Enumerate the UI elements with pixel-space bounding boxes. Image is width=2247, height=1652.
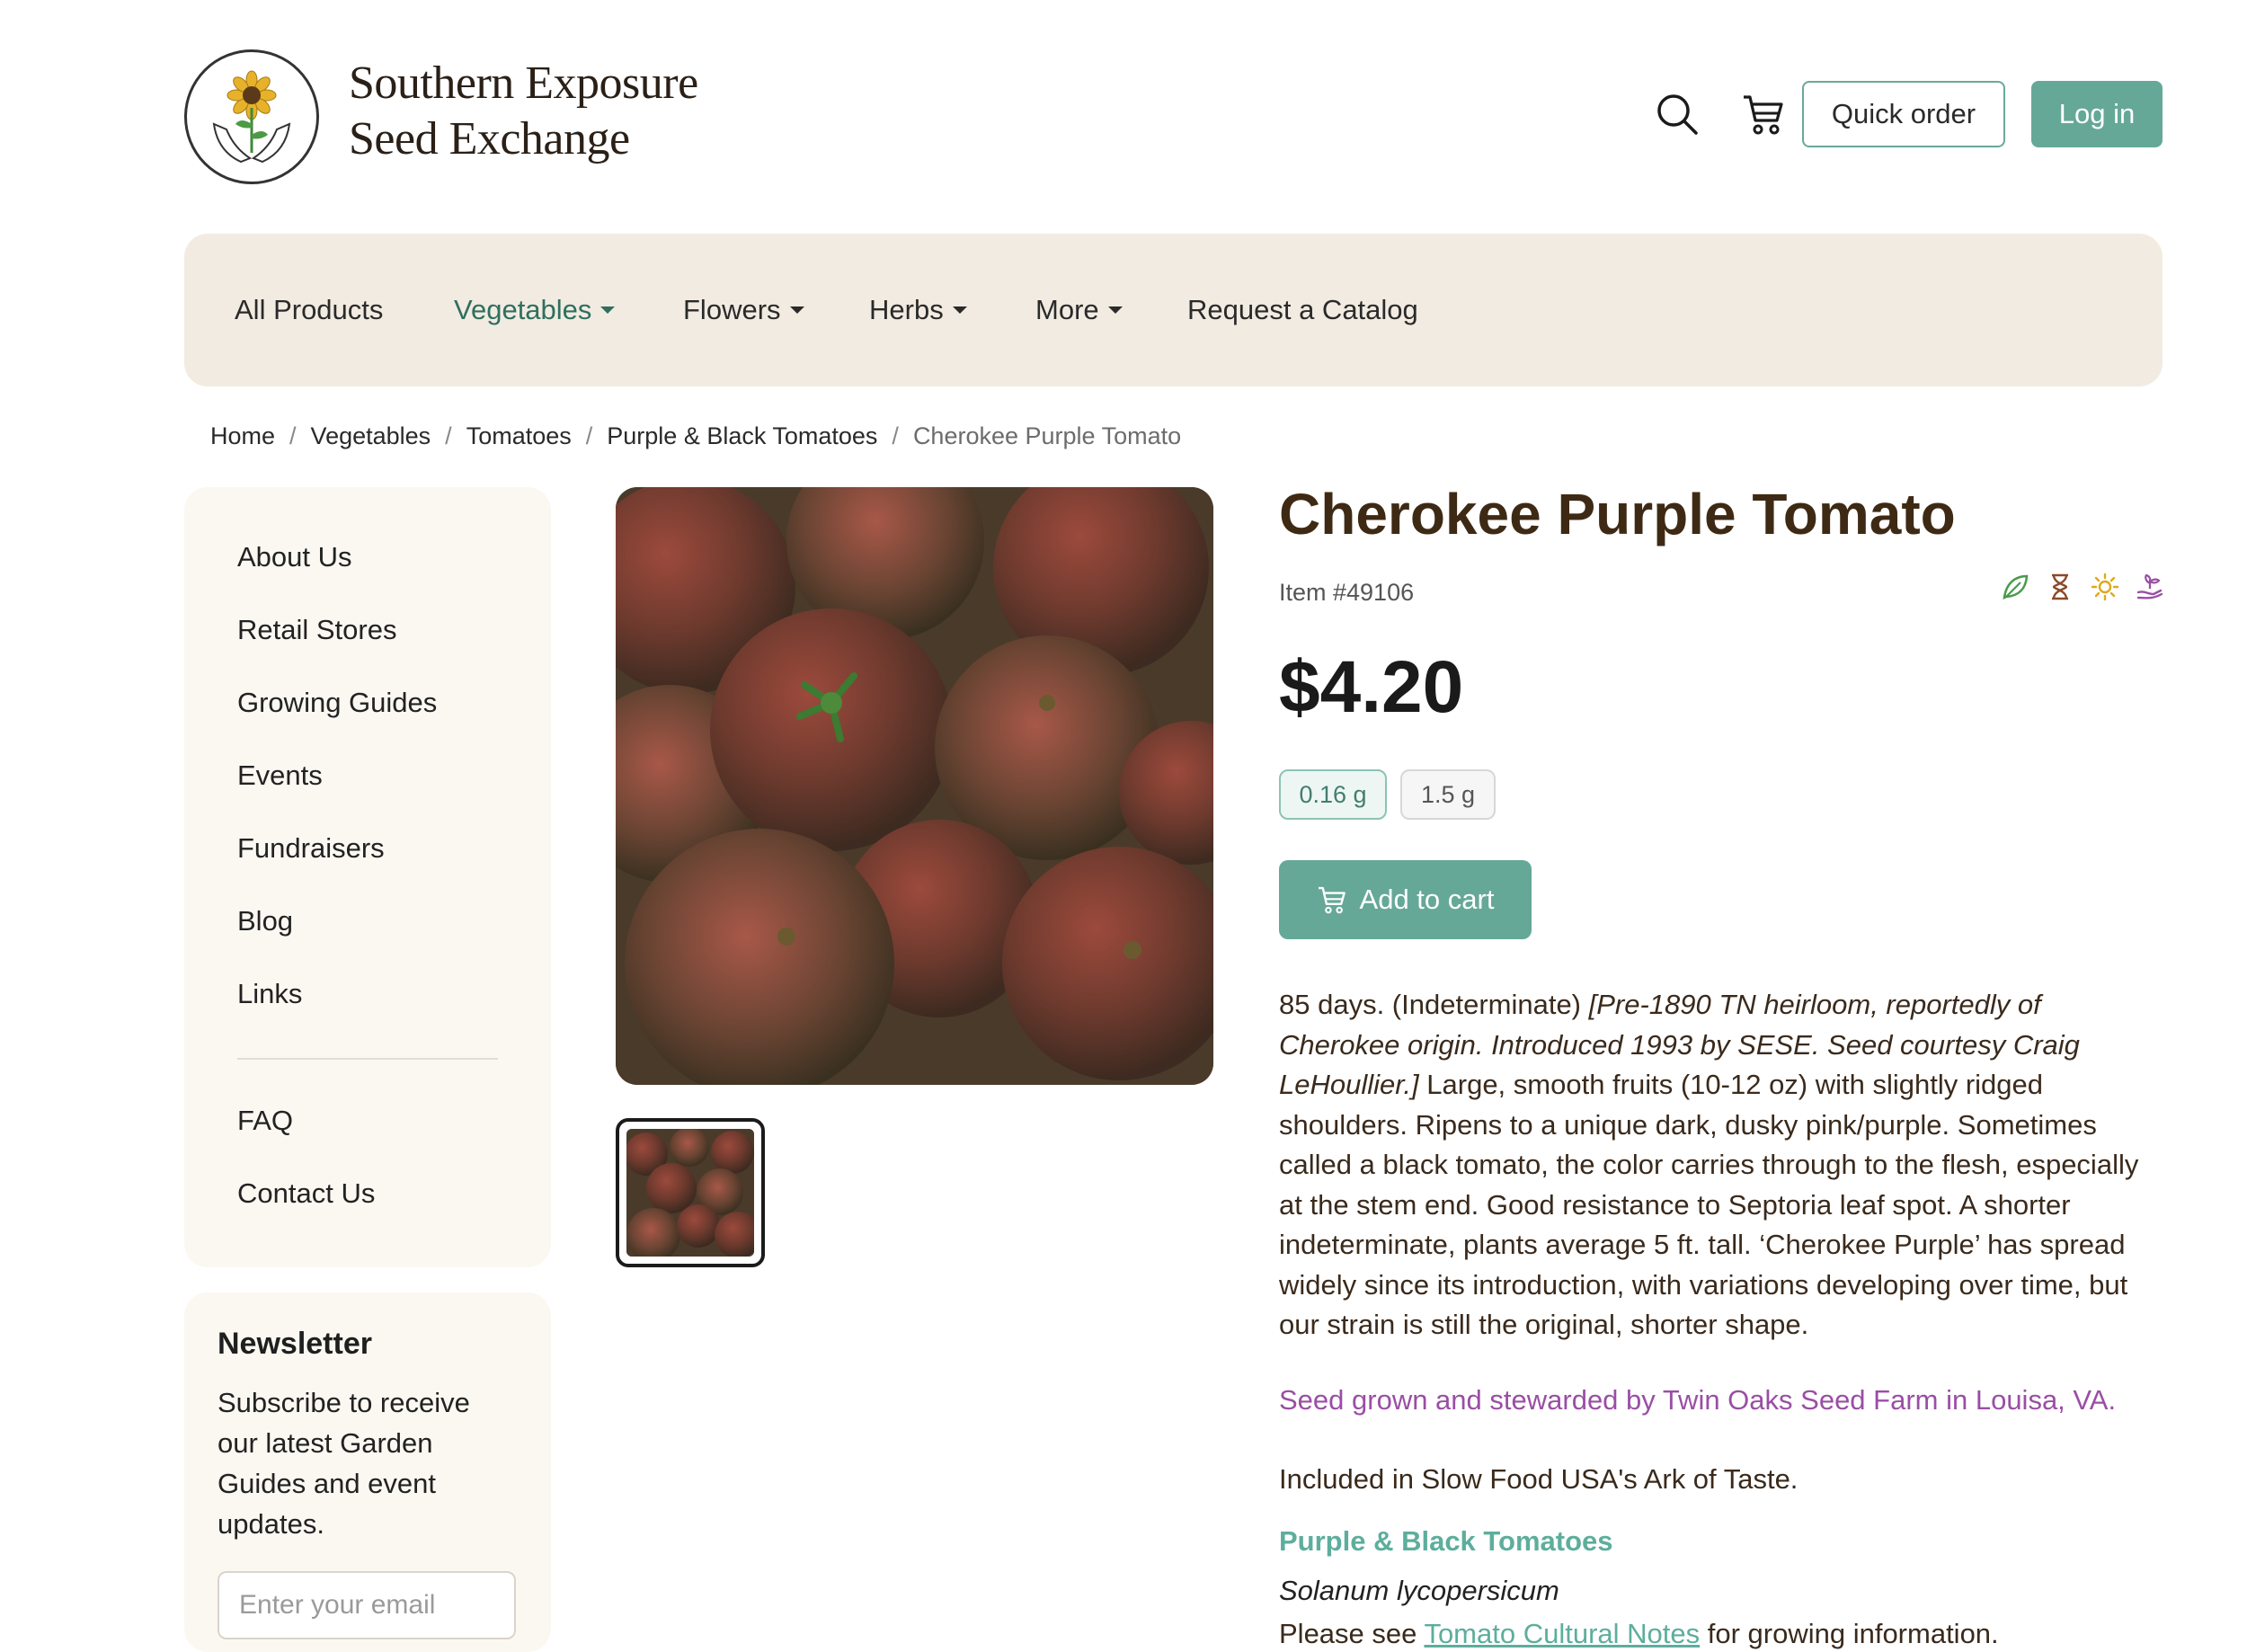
- product-thumbnail[interactable]: [616, 1118, 765, 1267]
- sidebar-item-fundraisers[interactable]: Fundraisers: [237, 832, 385, 865]
- product-description: 85 days. (Indeterminate) [Pre-1890 TN he…: [1279, 985, 2169, 1346]
- hand-seedling-icon[interactable]: [2135, 572, 2165, 602]
- sidebar-item-about-us[interactable]: About Us: [237, 541, 352, 573]
- breadcrumb: Home / Vegetables / Tomatoes / Purple & …: [210, 422, 1181, 450]
- nav-label: Flowers: [683, 294, 781, 325]
- category-link[interactable]: Purple & Black Tomatoes: [1279, 1525, 1613, 1558]
- search-button[interactable]: [1650, 87, 1704, 141]
- sidebar-item-blog[interactable]: Blog: [237, 905, 293, 937]
- newsletter-card: Newsletter Subscribe to receive our late…: [184, 1292, 551, 1652]
- sidebar-item-contact-us[interactable]: Contact Us: [237, 1177, 375, 1210]
- sidebar-item-links[interactable]: Links: [237, 978, 302, 1010]
- product-title: Cherokee Purple Tomato: [1279, 482, 1956, 546]
- nav-vegetables[interactable]: Vegetables: [454, 234, 616, 386]
- thumbnail-image: [626, 1129, 754, 1257]
- sidebar-menu: About Us Retail Stores Growing Guides Ev…: [184, 487, 551, 1267]
- breadcrumb-current: Cherokee Purple Tomato: [912, 422, 1182, 449]
- cart-icon: [1318, 886, 1346, 914]
- brand-line-2: Seed Exchange: [349, 113, 630, 164]
- product-main-image[interactable]: [616, 487, 1213, 1085]
- tomatoes-thumbnail-photo: [626, 1129, 754, 1257]
- breadcrumb-separator: /: [445, 422, 452, 449]
- cultural-notes-link[interactable]: Tomato Cultural Notes: [1424, 1618, 1700, 1649]
- newsletter-text: Subscribe to receive our latest Garden G…: [218, 1387, 470, 1540]
- tomatoes-photo: [616, 487, 1213, 1085]
- product-attribute-icons: [2000, 572, 2165, 602]
- nav-all-products[interactable]: All Products: [235, 234, 383, 386]
- brand-name[interactable]: Southern Exposure Seed Exchange: [349, 56, 698, 167]
- brand-logo[interactable]: [184, 49, 319, 184]
- nav-flowers[interactable]: Flowers: [683, 234, 804, 386]
- chevron-down-icon: [1107, 306, 1123, 314]
- size-option-0-16g[interactable]: 0.16 g: [1279, 769, 1387, 820]
- breadcrumb-purple-black-tomatoes[interactable]: Purple & Black Tomatoes: [607, 422, 877, 450]
- chevron-down-icon: [952, 306, 967, 314]
- add-to-cart-label: Add to cart: [1359, 884, 1495, 915]
- breadcrumb-tomatoes[interactable]: Tomatoes: [466, 422, 572, 450]
- nav-more[interactable]: More: [1035, 234, 1123, 386]
- sidebar-item-growing-guides[interactable]: Growing Guides: [237, 687, 437, 719]
- chevron-down-icon: [600, 306, 616, 314]
- breadcrumb-separator: /: [892, 422, 899, 449]
- login-button[interactable]: Log in: [2031, 81, 2163, 147]
- breadcrumb-home[interactable]: Home: [210, 422, 275, 450]
- search-icon: [1657, 94, 1698, 135]
- description-prefix: 85 days. (Indeterminate): [1279, 989, 1589, 1020]
- main-nav: All Products Vegetables Flowers Herbs Mo…: [184, 234, 2163, 386]
- nav-label: More: [1035, 294, 1099, 325]
- brand-line-1: Southern Exposure: [349, 58, 698, 109]
- ark-of-taste-note: Included in Slow Food USA's Ark of Taste…: [1279, 1463, 1798, 1495]
- leaf-icon[interactable]: [2000, 572, 2030, 602]
- cultural-notes-line: Please see Tomato Cultural Notes for gro…: [1279, 1618, 1999, 1650]
- sun-icon[interactable]: [2090, 572, 2120, 602]
- newsletter-title: Newsletter: [218, 1327, 372, 1361]
- latin-name: Solanum lycopersicum: [1279, 1575, 1559, 1606]
- product-price: $4.20: [1279, 646, 1464, 728]
- sidebar-item-retail-stores[interactable]: Retail Stores: [237, 614, 396, 646]
- cart-button[interactable]: [1736, 87, 1790, 141]
- add-to-cart-button[interactable]: Add to cart: [1279, 860, 1532, 939]
- quick-order-button[interactable]: Quick order: [1802, 81, 2005, 147]
- nav-request-catalog[interactable]: Request a Catalog: [1187, 234, 1418, 386]
- cultural-notes-suffix: for growing information.: [1700, 1618, 1999, 1649]
- chevron-down-icon: [789, 306, 804, 314]
- sidebar-item-faq[interactable]: FAQ: [237, 1105, 293, 1137]
- cultural-notes-prefix: Please see: [1279, 1618, 1425, 1649]
- nav-label: Request a Catalog: [1187, 294, 1418, 325]
- cart-icon: [1744, 95, 1783, 135]
- email-field[interactable]: [218, 1571, 516, 1639]
- description-body: Large, smooth fruits (10-12 oz) with sli…: [1279, 1069, 2139, 1340]
- item-number: Item #49106: [1279, 579, 1415, 606]
- nav-label: All Products: [235, 294, 384, 325]
- sidebar-item-events[interactable]: Events: [237, 759, 323, 792]
- grower-note: Seed grown and stewarded by Twin Oaks Se…: [1279, 1384, 2117, 1416]
- sidebar-divider: [237, 1058, 498, 1060]
- nav-herbs[interactable]: Herbs: [869, 234, 967, 386]
- sunflower-hands-icon: [212, 70, 291, 164]
- nav-label: Herbs: [869, 294, 944, 325]
- breadcrumb-separator: /: [289, 422, 297, 449]
- breadcrumb-separator: /: [585, 422, 593, 449]
- hourglass-icon[interactable]: [2045, 572, 2075, 602]
- breadcrumb-vegetables[interactable]: Vegetables: [311, 422, 431, 450]
- nav-label: Vegetables: [454, 294, 592, 325]
- size-option-1-5g[interactable]: 1.5 g: [1400, 769, 1496, 820]
